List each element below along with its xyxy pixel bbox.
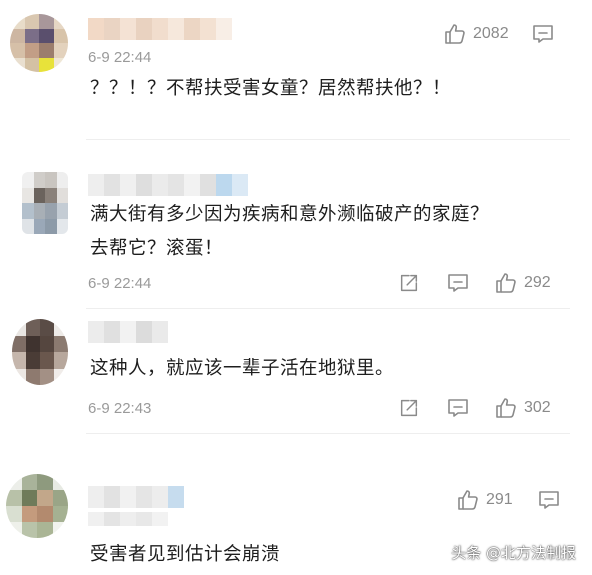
- watermark: 头条 @北方法制报: [451, 544, 576, 562]
- username-blurred[interactable]: [88, 321, 168, 343]
- reply-button[interactable]: [446, 271, 470, 295]
- like-button[interactable]: 302: [494, 396, 551, 420]
- comment-3: 这种人，就应该一辈子活在地狱里。 6-9 22:43 302: [0, 309, 592, 449]
- like-icon: [456, 488, 480, 512]
- comment-text-line: 去帮它？滚蛋！: [90, 238, 224, 259]
- comment-actions: 302: [398, 396, 551, 420]
- like-icon: [494, 396, 518, 420]
- avatar[interactable]: [6, 474, 68, 538]
- share-icon: [398, 272, 420, 294]
- like-count: 292: [524, 274, 551, 291]
- like-icon: [443, 22, 467, 46]
- comment-icon: [446, 396, 470, 420]
- reply-button[interactable]: [446, 396, 470, 420]
- share-icon: [398, 397, 420, 419]
- comment-text: 满大街有多少因为疾病和意外濒临破产的家庭？ 去帮它？滚蛋！: [90, 198, 489, 266]
- like-count: 2082: [473, 25, 509, 42]
- divider: [86, 433, 570, 434]
- comment-text-line: 满大街有多少因为疾病和意外濒临破产的家庭？: [90, 204, 490, 225]
- share-button[interactable]: [398, 397, 420, 419]
- username-blurred[interactable]: [88, 18, 232, 40]
- comment-text: ？？！？不帮扶受害女童？居然帮扶他？！: [90, 72, 451, 106]
- comment-time: 6-9 22:44: [88, 275, 152, 292]
- username-blurred[interactable]: [88, 174, 248, 196]
- comment-text: 受害者见到估计会崩溃: [90, 538, 280, 572]
- share-button[interactable]: [398, 272, 420, 294]
- like-icon: [494, 271, 518, 295]
- like-button[interactable]: 2082: [443, 22, 509, 46]
- avatar[interactable]: [12, 319, 68, 385]
- comment-time: 6-9 22:43: [88, 400, 152, 417]
- comment-actions: 291: [456, 488, 561, 512]
- comment-1: 6-9 22:44 2082 ？？！？不帮扶受害女童？居然帮扶他？！: [0, 0, 592, 140]
- avatar[interactable]: [22, 172, 68, 234]
- avatar[interactable]: [10, 14, 68, 72]
- comment-text-line: ？？！？不帮扶受害女童？居然帮扶他？！: [90, 78, 452, 99]
- like-count: 302: [524, 399, 551, 416]
- like-button[interactable]: 292: [494, 271, 551, 295]
- comment-text-line: 这种人，就应该一辈子活在地狱里。: [90, 358, 395, 379]
- comment-icon: [446, 271, 470, 295]
- comment-actions: 292: [398, 271, 551, 295]
- comment-icon: [537, 488, 561, 512]
- comment-text: 这种人，就应该一辈子活在地狱里。: [90, 352, 394, 386]
- comment-time: 6-9 22:44: [88, 49, 152, 66]
- comment-text-line: 受害者见到估计会崩溃: [90, 544, 281, 565]
- reply-button[interactable]: [537, 488, 561, 512]
- like-count: 291: [486, 491, 513, 508]
- username-blurred[interactable]: [88, 486, 184, 508]
- comment-actions: 2082: [443, 22, 555, 46]
- like-button[interactable]: 291: [456, 488, 513, 512]
- comment-icon: [531, 22, 555, 46]
- comment-2: 满大街有多少因为疾病和意外濒临破产的家庭？ 去帮它？滚蛋！ 6-9 22:44 …: [0, 140, 592, 309]
- user-meta-blurred: [88, 512, 168, 526]
- reply-button[interactable]: [531, 22, 555, 46]
